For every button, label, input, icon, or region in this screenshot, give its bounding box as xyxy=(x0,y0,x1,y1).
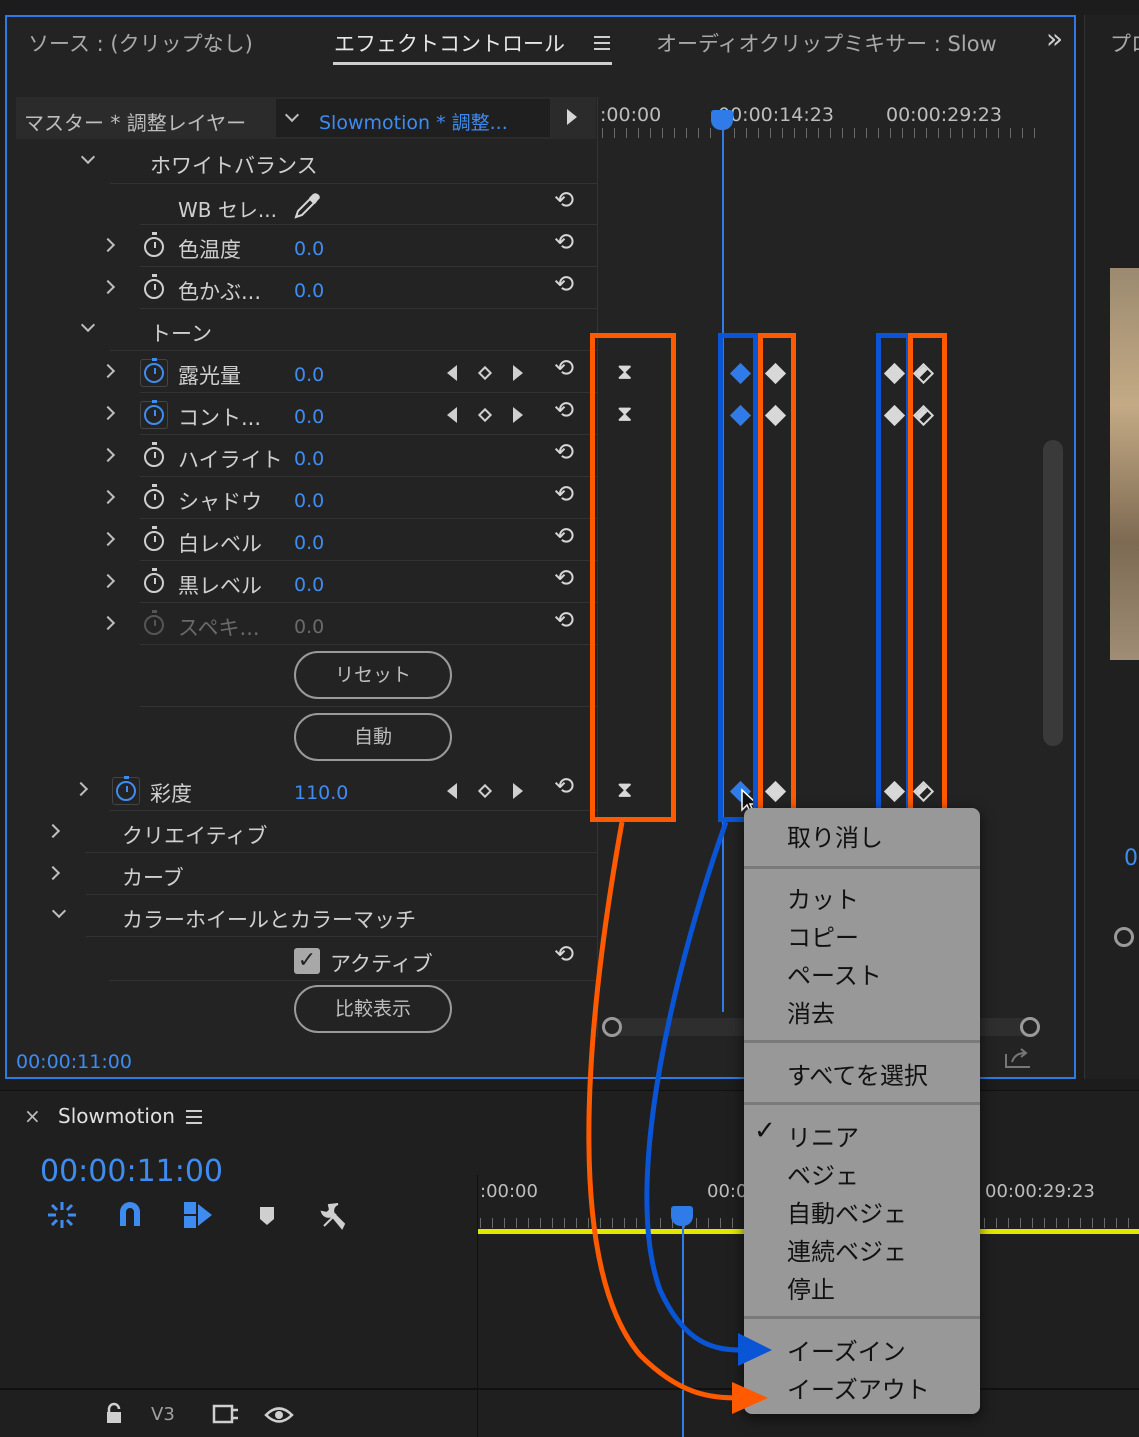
annotation-arrows xyxy=(586,821,772,1414)
ease-out-arrow xyxy=(586,821,741,1401)
ease-out-arrowhead xyxy=(732,1382,768,1414)
ease-in-arrow xyxy=(644,821,743,1353)
premiere-window: プロ 0 ソース : (クリップなし) エフェクトコントロール オーディオクリッ… xyxy=(0,0,1139,1437)
ease-in-arrowhead xyxy=(738,1333,772,1366)
